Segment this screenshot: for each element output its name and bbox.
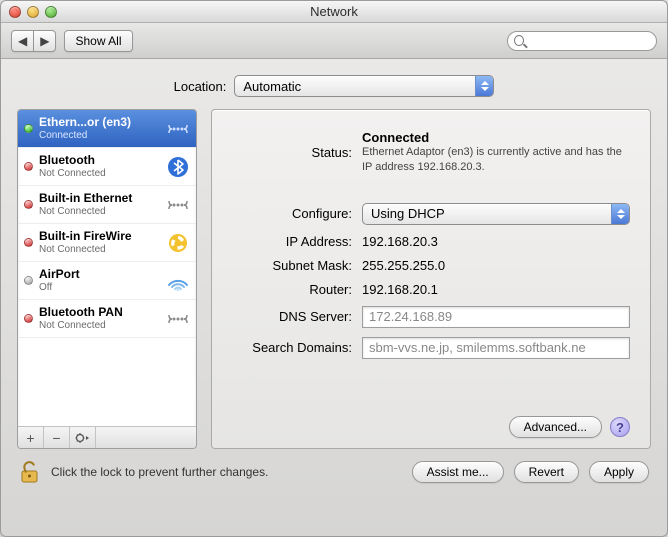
service-text: Bluetooth PANNot Connected <box>39 306 160 331</box>
search-field[interactable] <box>507 31 657 51</box>
service-row[interactable]: Ethern...or (en3)Connected <box>18 110 196 148</box>
lock-message: Click the lock to prevent further change… <box>51 465 402 479</box>
content-columns: Ethern...or (en3)ConnectedBluetoothNot C… <box>1 109 667 449</box>
status-led-icon <box>24 162 33 171</box>
service-text: Ethern...or (en3)Connected <box>39 116 160 141</box>
location-label: Location: <box>174 79 227 94</box>
service-list-footer: + − <box>18 426 196 448</box>
search-domains-label: Search Domains: <box>222 340 352 355</box>
revert-button[interactable]: Revert <box>514 461 579 483</box>
nav-segmented: ◀ ▶ <box>11 30 56 52</box>
service-text: Built-in FireWireNot Connected <box>39 230 160 255</box>
status-description: Ethernet Adaptor (en3) is currently acti… <box>362 145 630 175</box>
service-status: Not Connected <box>39 168 160 180</box>
footer-buttons: Assist me... Revert Apply <box>412 461 649 483</box>
status-led-icon <box>24 124 33 133</box>
configure-select[interactable]: Using DHCP <box>362 203 630 225</box>
status-label: Status: <box>222 145 352 160</box>
remove-service-button[interactable]: − <box>44 427 70 448</box>
toolbar: ◀ ▶ Show All <box>1 23 667 59</box>
back-button[interactable]: ◀ <box>11 30 34 52</box>
ip-label: IP Address: <box>222 234 352 249</box>
firewire-icon <box>166 231 190 255</box>
chevron-right-icon: ▶ <box>40 35 49 47</box>
service-list: Ethern...or (en3)ConnectedBluetoothNot C… <box>17 109 197 449</box>
preferences-window: Network ◀ ▶ Show All Location: Automatic… <box>0 0 668 537</box>
mask-value: 255.255.255.0 <box>362 258 630 273</box>
mask-label: Subnet Mask: <box>222 258 352 273</box>
service-row[interactable]: Built-in EthernetNot Connected <box>18 186 196 224</box>
service-status: Not Connected <box>39 206 160 218</box>
router-value: 192.168.20.1 <box>362 282 630 297</box>
add-service-button[interactable]: + <box>18 427 44 448</box>
router-label: Router: <box>222 282 352 297</box>
advanced-button[interactable]: Advanced... <box>509 416 602 438</box>
chevron-left-icon: ◀ <box>18 35 27 47</box>
service-text: Built-in EthernetNot Connected <box>39 192 160 217</box>
search-input[interactable] <box>528 33 650 49</box>
lock-button[interactable] <box>19 459 41 485</box>
traffic-lights <box>1 6 57 18</box>
window-title: Network <box>1 4 667 19</box>
window-footer: Click the lock to prevent further change… <box>1 449 667 485</box>
status-led-icon <box>24 276 33 285</box>
service-name: Built-in Ethernet <box>39 192 160 206</box>
action-menu-button[interactable] <box>70 427 96 448</box>
configure-label: Configure: <box>222 206 352 221</box>
details-panel: Status: Connected Ethernet Adaptor (en3)… <box>211 109 651 449</box>
close-icon[interactable] <box>9 6 21 18</box>
service-status: Off <box>39 282 160 294</box>
ip-value: 192.168.20.3 <box>362 234 630 249</box>
minimize-icon[interactable] <box>27 6 39 18</box>
dns-label: DNS Server: <box>222 309 352 324</box>
show-all-button[interactable]: Show All <box>64 30 132 52</box>
ethernet-icon <box>166 193 190 217</box>
service-status: Not Connected <box>39 244 160 256</box>
service-name: Ethern...or (en3) <box>39 116 160 130</box>
location-value: Automatic <box>243 79 301 94</box>
service-row[interactable]: Bluetooth PANNot Connected <box>18 300 196 338</box>
service-text: BluetoothNot Connected <box>39 154 160 179</box>
service-row[interactable]: BluetoothNot Connected <box>18 148 196 186</box>
service-row[interactable]: AirPortOff <box>18 262 196 300</box>
location-row: Location: Automatic <box>1 59 667 109</box>
service-text: AirPortOff <box>39 268 160 293</box>
gear-icon <box>75 432 91 444</box>
bluetooth-icon <box>166 155 190 179</box>
service-list-body[interactable]: Ethern...or (en3)ConnectedBluetoothNot C… <box>18 110 196 426</box>
airport-icon <box>166 269 190 293</box>
dropdown-arrows-icon <box>611 204 629 224</box>
status-led-icon <box>24 238 33 247</box>
forward-button[interactable]: ▶ <box>34 30 56 52</box>
service-row[interactable]: Built-in FireWireNot Connected <box>18 224 196 262</box>
service-name: Built-in FireWire <box>39 230 160 244</box>
status-value: Connected <box>362 130 630 145</box>
dns-input[interactable] <box>362 306 630 328</box>
lock-open-icon <box>19 459 41 485</box>
apply-button[interactable]: Apply <box>589 461 649 483</box>
help-button[interactable]: ? <box>610 417 630 437</box>
search-domains-input[interactable] <box>362 337 630 359</box>
status-led-icon <box>24 200 33 209</box>
search-icon <box>514 35 524 46</box>
zoom-icon[interactable] <box>45 6 57 18</box>
service-name: AirPort <box>39 268 160 282</box>
status-led-icon <box>24 314 33 323</box>
dropdown-arrows-icon <box>475 76 493 96</box>
assist-button[interactable]: Assist me... <box>412 461 504 483</box>
service-name: Bluetooth PAN <box>39 306 160 320</box>
ethernet-icon <box>166 307 190 331</box>
titlebar: Network <box>1 1 667 23</box>
service-status: Connected <box>39 130 160 142</box>
location-select[interactable]: Automatic <box>234 75 494 97</box>
ethernet-icon <box>166 117 190 141</box>
service-status: Not Connected <box>39 320 160 332</box>
configure-value: Using DHCP <box>371 206 445 221</box>
service-name: Bluetooth <box>39 154 160 168</box>
